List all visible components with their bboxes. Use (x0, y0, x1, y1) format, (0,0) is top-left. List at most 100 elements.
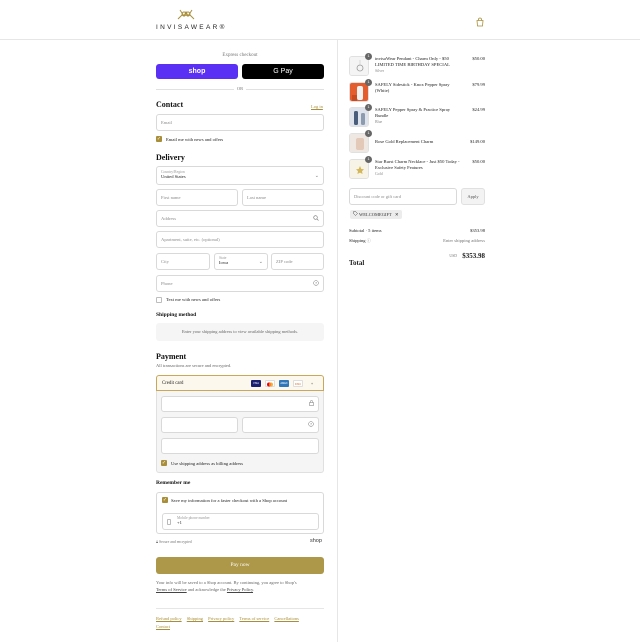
refund-policy-link[interactable]: Refund policy (156, 616, 182, 621)
mobile-prefix: +1 (177, 520, 182, 525)
privacy-link[interactable]: Privacy Policy (227, 587, 253, 592)
shop-logo: shop (310, 538, 322, 544)
cart-icon[interactable] (475, 14, 485, 27)
express-checkout-label: Express checkout (222, 53, 258, 58)
logo-mark-icon (177, 9, 195, 20)
total-value: $353.98 (462, 252, 485, 260)
first-name-placeholder: First name (161, 195, 181, 200)
phone-field[interactable]: Phone ? (156, 275, 324, 292)
phone-icon (167, 519, 171, 526)
more-cards-icon: + (310, 381, 314, 386)
payment-subtitle: All transactions are secure and encrypte… (156, 363, 232, 368)
product-name: invisaWear Pendant - Charm Only - $50 LI… (375, 56, 461, 74)
quantity-badge: 1 (365, 53, 372, 60)
email-news-checkbox[interactable]: ✓ (156, 136, 162, 142)
last-name-field[interactable]: Last name (242, 189, 324, 206)
mobile-phone-field[interactable]: Mobile phone number +1 (162, 513, 319, 530)
login-link[interactable]: Log in (311, 104, 323, 109)
product-variant: Gold (375, 172, 383, 176)
order-item: 1 invisaWear Pendant - Charm Only - $50 … (349, 53, 485, 78)
contact-link[interactable]: Contact (156, 624, 170, 629)
first-name-field[interactable]: First name (156, 189, 238, 206)
or-divider: OR (156, 86, 324, 92)
product-price: $50.00 (472, 159, 485, 164)
help-icon[interactable]: ? (313, 279, 319, 288)
subtotal-value: $353.98 (470, 228, 485, 233)
email-field[interactable]: Email (156, 114, 324, 131)
shipping-value: Enter shipping address (443, 238, 485, 243)
country-select[interactable]: Country/Region United States ⌄ (156, 166, 324, 185)
order-item: 1 SAFELY Sidestick - Knox Pepper Spray (… (349, 79, 485, 104)
delivery-heading: Delivery (156, 153, 185, 162)
search-icon (313, 214, 319, 223)
shipping-link[interactable]: Shipping (187, 616, 203, 621)
credit-card-option[interactable]: Credit card VISA AMEX DISC + (156, 375, 324, 391)
expiration-field[interactable] (161, 417, 238, 433)
shipping-method-message: Enter your shipping address to view avai… (156, 323, 324, 341)
product-title: SAFELY Pepper Spray & Practice Spray Bun… (375, 107, 451, 118)
address-field[interactable]: Address (156, 210, 324, 227)
quantity-badge: 1 (365, 130, 372, 137)
product-price: $149.00 (470, 139, 485, 144)
product-name: SAFELY Pepper Spray & Practice Spray Bun… (375, 107, 461, 125)
product-variant: Blue (375, 120, 383, 124)
discover-icon: DISC (293, 380, 303, 387)
shipping-label: Shipping (349, 238, 366, 243)
header: INVISAWEAR® (0, 0, 640, 40)
pay-now-button[interactable]: Pay now (156, 557, 324, 574)
product-name: Star Burst Charm Necklace - Just $50 Tod… (375, 159, 461, 177)
svg-text:?: ? (315, 281, 317, 285)
quantity-badge: 1 (365, 156, 372, 163)
discount-code-field[interactable]: Discount code or gift card (349, 188, 457, 205)
subtotal-label: Subtotal · 5 items (349, 228, 382, 233)
text-news-checkbox[interactable] (156, 297, 162, 303)
zip-field[interactable]: ZIP code (271, 253, 324, 270)
credit-card-label: Credit card (162, 381, 184, 386)
product-variant: Silver (375, 69, 385, 73)
product-name: Rose Gold Replacement Charm (375, 139, 461, 145)
email-news-label: Email me with news and offers (166, 137, 224, 142)
security-code-field[interactable]: ? (242, 417, 319, 433)
order-item: 1 SAFELY Pepper Spray & Practice Spray B… (349, 104, 485, 129)
state-select[interactable]: State Iowa ⌄ (214, 253, 268, 270)
apply-discount-button[interactable]: Apply (461, 188, 485, 205)
address-placeholder: Address (161, 216, 177, 221)
or-label: OR (236, 86, 244, 91)
shop-pay-button[interactable]: shop (156, 64, 238, 79)
product-price: $79.99 (472, 82, 485, 87)
contact-heading: Contact (156, 100, 184, 109)
product-title: Rose Gold Replacement Charm (375, 139, 434, 144)
cancellations-link[interactable]: Cancellations (274, 616, 299, 621)
card-number-field[interactable] (161, 396, 319, 412)
terms-of-service-link[interactable]: Terms of service (239, 616, 269, 621)
remove-discount-icon[interactable]: ✕ (395, 212, 399, 217)
currency-label: USD (449, 254, 457, 258)
apartment-field[interactable]: Apartment, suite, etc. (optional) (156, 231, 324, 248)
name-on-card-field[interactable] (161, 438, 319, 454)
billing-same-checkbox[interactable]: ✓ (161, 460, 167, 466)
secured-note: 🔒︎ Secure and encrypted (156, 540, 192, 544)
mastercard-icon (265, 380, 275, 387)
phone-placeholder: Phone (161, 281, 173, 286)
chevron-down-icon: ⌄ (258, 259, 263, 265)
product-title: invisaWear Pendant - Charm Only - $50 LI… (375, 56, 450, 67)
subtotal-row: Subtotal · 5 items $353.98 (349, 228, 485, 233)
help-icon[interactable]: ? (308, 421, 314, 429)
city-placeholder: City (161, 259, 169, 264)
city-field[interactable]: City (156, 253, 210, 270)
legal-end: . (253, 586, 255, 592)
payment-heading: Payment (156, 352, 187, 361)
total-label: Total (349, 259, 365, 267)
order-item: 1 Star Burst Charm Necklace - Just $50 T… (349, 156, 485, 181)
amex-icon: AMEX (279, 380, 289, 387)
terms-link[interactable]: Terms of Service (156, 587, 187, 592)
google-pay-button[interactable]: G Pay (242, 64, 324, 79)
brand-logo[interactable]: INVISAWEAR® (156, 7, 226, 35)
save-info-checkbox[interactable]: ✓ (162, 497, 168, 503)
help-icon[interactable]: ⓘ (367, 238, 371, 243)
quantity-badge: 1 (365, 79, 372, 86)
visa-icon: VISA (251, 380, 261, 387)
privacy-policy-link[interactable]: Privacy policy (208, 616, 234, 621)
svg-text:?: ? (310, 423, 312, 427)
zip-placeholder: ZIP code (276, 259, 293, 264)
